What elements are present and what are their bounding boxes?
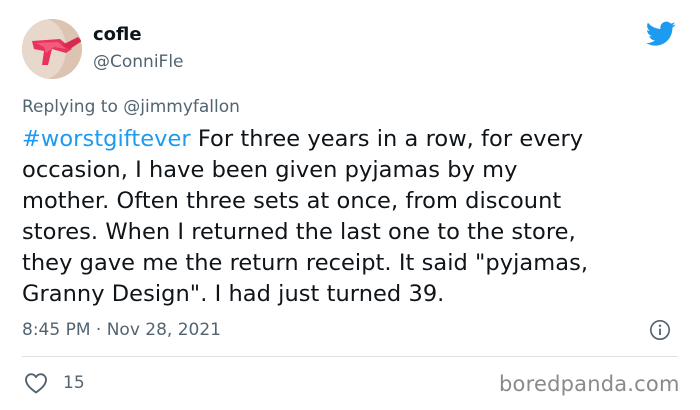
user-handle[interactable]: @ConniFle <box>93 51 184 73</box>
avatar[interactable] <box>22 19 82 79</box>
tweet-text: #worstgiftever For three years in a row,… <box>22 124 682 310</box>
twitter-bird-icon[interactable] <box>646 21 676 47</box>
tweet-line-2: occasion, I have been given pyjamas by m… <box>22 157 518 183</box>
info-icon[interactable] <box>649 319 671 341</box>
tweet-line-1-text: For three years in a row, for every <box>190 126 584 152</box>
replying-to-prefix: Replying to <box>22 97 124 117</box>
reply-mention-link[interactable]: @jimmyfallon <box>123 97 240 117</box>
divider <box>22 356 678 357</box>
avatar-image <box>22 19 82 79</box>
display-name[interactable]: cofle <box>93 24 142 46</box>
tweet-line-6: Granny Design". I had just turned 39. <box>22 281 445 307</box>
tweet-card: cofle @ConniFle Replying to @jimmyfallon… <box>0 0 700 410</box>
tweet-line-1: #worstgiftever For three years in a row,… <box>22 124 682 155</box>
like-count: 15 <box>63 373 85 393</box>
tweet-timestamp[interactable]: 8:45 PM · Nov 28, 2021 <box>22 319 221 341</box>
tweet-line-4: stores. When I returned the last one to … <box>22 219 576 245</box>
replying-to: Replying to @jimmyfallon <box>22 96 240 118</box>
heart-icon[interactable] <box>24 372 48 394</box>
tweet-line-5: they gave me the return receipt. It said… <box>22 250 589 276</box>
hashtag-link[interactable]: #worstgiftever <box>22 126 191 152</box>
tweet-line-3: mother. Often three sets at once, from d… <box>22 188 562 214</box>
boredpanda-watermark: boredpanda.com <box>499 372 680 396</box>
